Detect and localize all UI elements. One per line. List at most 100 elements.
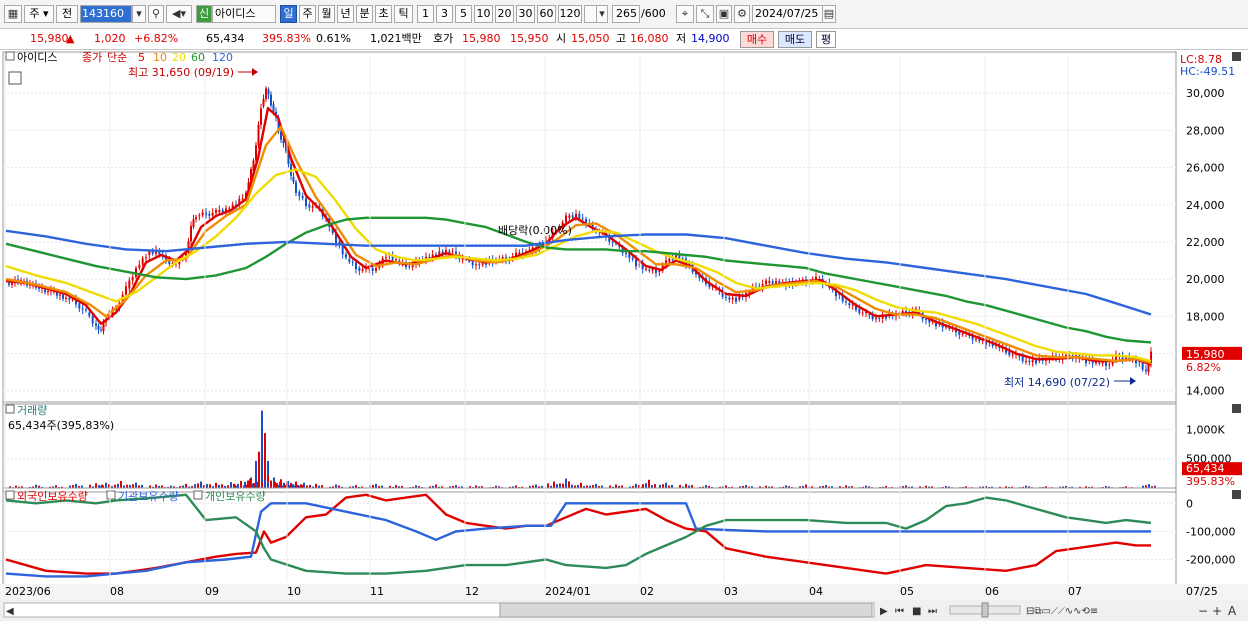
holdings-legend-box-icon (5, 490, 15, 500)
low-label: 저 (676, 32, 687, 45)
sound-icon[interactable]: ◀▾ (166, 5, 192, 23)
candle-body (571, 215, 574, 218)
candle-body (255, 145, 257, 161)
volume-bar (435, 484, 437, 488)
candle-body (260, 108, 262, 125)
date-input[interactable]: 2024/07/25 (752, 5, 824, 23)
volume-bar (221, 484, 223, 488)
period-year[interactable]: 년 (337, 5, 354, 23)
period-tick[interactable]: 틱 (394, 5, 413, 23)
holdings-tick-label: 0 (1186, 497, 1193, 510)
high-label: 고 (616, 32, 627, 45)
candle-body (138, 264, 141, 268)
volume-bar (117, 483, 119, 488)
candle-body (91, 315, 94, 324)
volume-bar (295, 481, 297, 488)
crosshair-icon[interactable]: ⌖ (676, 5, 694, 23)
chart-settings-icon[interactable]: ▦ (4, 5, 22, 23)
buy-button[interactable]: 매수 (740, 31, 774, 48)
candle-body (211, 212, 214, 216)
candle-body (975, 338, 977, 340)
calendar-icon[interactable]: ▤ (822, 5, 836, 23)
market-select[interactable]: 주 ▾ (24, 5, 54, 23)
calculator-icon (8, 71, 22, 85)
candle-body (311, 205, 314, 208)
gear-icon[interactable]: ⚙ (734, 5, 750, 23)
candle-body (301, 196, 304, 199)
candle-body (375, 267, 377, 271)
volume-bar (215, 482, 217, 488)
price-tick-label: 20,000 (1186, 273, 1225, 286)
max-annotation: 최고 31,650 (09/19) (128, 66, 234, 79)
interval-20[interactable]: 20 (495, 5, 514, 23)
scroll-right-icon: ▶ (880, 606, 888, 617)
candle-body (272, 104, 275, 112)
holdings-legend-box-icon (106, 490, 116, 500)
candle-body (97, 325, 100, 330)
candle-body (125, 286, 127, 295)
interval-5[interactable]: 5 (455, 5, 472, 23)
period-second[interactable]: 초 (375, 5, 392, 23)
hc-label: HC:-49.51 (1180, 65, 1235, 78)
interval-60[interactable]: 60 (537, 5, 556, 23)
candle-body (845, 301, 847, 303)
volume-bar (642, 484, 644, 488)
price-tick-label: 18,000 (1186, 310, 1225, 323)
volume-bar (258, 451, 260, 488)
period-day[interactable]: 일 (280, 5, 297, 23)
holdings-tick-label: -100,000 (1186, 525, 1235, 538)
interval-10[interactable]: 10 (474, 5, 493, 23)
fast-forward-icon: ⏭ (928, 606, 937, 617)
candle-body (100, 329, 102, 331)
candle-body (215, 209, 217, 213)
custom-interval-dropdown-icon[interactable]: ▾ (596, 5, 608, 23)
code-dropdown-icon[interactable]: ▾ (132, 5, 146, 23)
interval-3[interactable]: 3 (436, 5, 453, 23)
trend-tool-icon[interactable]: ⤡ (696, 5, 714, 23)
chart-area[interactable]: 14,00016,00018,00020,00022,00024,00026,0… (0, 50, 1248, 621)
price-tick-label: 14,000 (1186, 385, 1225, 398)
candle-body (1011, 354, 1014, 356)
interval-1[interactable]: 1 (417, 5, 434, 23)
interval-120[interactable]: 120 (558, 5, 582, 23)
eval-button[interactable]: 평 (816, 31, 836, 48)
period-week[interactable]: 주 (299, 5, 316, 23)
x-tick-label: 06 (985, 585, 999, 598)
prev-select[interactable]: 전 (56, 5, 78, 23)
period-minute[interactable]: 분 (356, 5, 373, 23)
zoom-in-icon: + (1212, 604, 1222, 618)
volume-bar (645, 483, 647, 488)
candle-body (578, 214, 581, 219)
volume-bar (75, 483, 77, 488)
search-icon[interactable]: ⚲ (148, 5, 164, 23)
candle-body (868, 314, 871, 316)
candle-body (1008, 351, 1011, 356)
period-month[interactable]: 월 (318, 5, 335, 23)
candle-body (611, 241, 614, 243)
quote-bar: 15,980 ▲ 1,020 +6.82% 65,434 395.83% 0.6… (0, 29, 1248, 50)
x-tick-label: 04 (809, 585, 823, 598)
candle-body (305, 198, 307, 206)
x-tick-label: 09 (205, 585, 219, 598)
legend-ma-20: 20 (172, 51, 186, 64)
candle-body (348, 258, 351, 262)
stock-name[interactable]: 아이디스 (212, 5, 276, 23)
candle-body (565, 215, 567, 223)
sell-button[interactable]: 매도 (778, 31, 812, 48)
candle-body (195, 217, 197, 220)
code-input[interactable]: 143160 (80, 5, 132, 23)
volume-bar (315, 483, 317, 488)
candle-body (728, 297, 731, 300)
candle-body (358, 267, 361, 271)
candle-body (1035, 359, 1037, 364)
count-input[interactable]: 265 (612, 5, 640, 23)
volume-bar (135, 482, 137, 488)
candle-body (361, 269, 364, 271)
volume-bar (662, 484, 664, 488)
save-icon[interactable]: ▣ (716, 5, 732, 23)
legend-ma-10: 10 (153, 51, 167, 64)
volume-tick-label: 1,000K (1186, 423, 1225, 436)
interval-30[interactable]: 30 (516, 5, 535, 23)
volume-bar (132, 484, 134, 488)
legend-box-icon (5, 51, 15, 61)
